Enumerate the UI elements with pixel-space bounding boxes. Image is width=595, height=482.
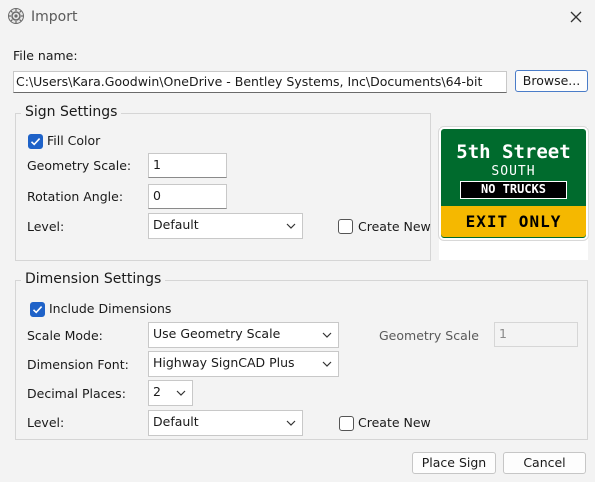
geometry-scale-input[interactable]: 1 [148, 153, 227, 178]
dimension-create-new-checkbox[interactable] [339, 416, 354, 431]
window-title: Import [31, 9, 78, 25]
sign-create-new-label: Create New [358, 219, 431, 234]
sign-create-new-checkbox[interactable] [338, 219, 353, 234]
checkmark-icon [30, 138, 41, 146]
sign-level-select[interactable]: Default [148, 213, 303, 239]
browse-button[interactable]: Browse... [515, 70, 588, 92]
geometry-scale-label: Geometry Scale: [27, 158, 132, 173]
rotation-angle-label: Rotation Angle: [27, 189, 124, 204]
sign-level-value: Default [153, 217, 199, 232]
chevron-down-icon [286, 223, 296, 229]
sign-preview-line4: EXIT ONLY [441, 206, 586, 237]
close-icon[interactable] [566, 7, 586, 27]
fill-color-checkbox[interactable] [28, 134, 43, 149]
fill-color-label: Fill Color [47, 133, 101, 148]
sign-level-label: Level: [27, 219, 65, 234]
dimension-settings-title: Dimension Settings [21, 271, 166, 287]
title-bar: Import [0, 0, 595, 36]
chevron-down-icon [176, 390, 186, 396]
dimension-level-label: Level: [27, 415, 65, 430]
dimension-level-value: Default [153, 414, 199, 429]
gear-app-icon [8, 8, 24, 24]
sign-preview-line2: SOUTH [491, 164, 536, 179]
rotation-angle-input[interactable]: 0 [148, 184, 227, 209]
close-icon-glyph [570, 11, 582, 23]
scale-mode-value: Use Geometry Scale [153, 326, 281, 341]
decimal-places-value: 2 [153, 384, 161, 399]
place-sign-button[interactable]: Place Sign [412, 452, 496, 474]
dimension-level-select[interactable]: Default [148, 410, 303, 436]
dimension-font-label: Dimension Font: [27, 357, 129, 372]
dimension-geometry-scale-input: 1 [494, 322, 578, 347]
include-dimensions-checkbox[interactable] [30, 302, 45, 317]
file-name-label: File name: [13, 48, 78, 63]
file-name-input[interactable]: C:\Users\Kara.Goodwin\OneDrive - Bentley… [13, 71, 507, 93]
dimension-font-select[interactable]: Highway SignCAD Plus [148, 351, 339, 377]
checkmark-icon [32, 306, 43, 314]
include-dimensions-label: Include Dimensions [49, 301, 172, 316]
dimension-font-value: Highway SignCAD Plus [153, 355, 295, 370]
scale-mode-label: Scale Mode: [27, 328, 103, 343]
sign-settings-title: Sign Settings [21, 104, 122, 120]
sign-preview-line1: 5th Street [456, 141, 571, 163]
decimal-places-label: Decimal Places: [27, 386, 126, 401]
cancel-button[interactable]: Cancel [503, 452, 586, 474]
dimension-create-new-label: Create New [358, 415, 431, 430]
chevron-down-icon [286, 420, 296, 426]
sign-preview-panel: 5th Street SOUTH NO TRUCKS EXIT ONLY [438, 126, 589, 260]
dimension-geometry-scale-label: Geometry Scale [379, 328, 479, 343]
sign-preview-line3: NO TRUCKS [460, 181, 567, 199]
decimal-places-select[interactable]: 2 [148, 380, 193, 406]
scale-mode-select[interactable]: Use Geometry Scale [148, 322, 339, 348]
chevron-down-icon [322, 332, 332, 338]
chevron-down-icon [322, 361, 332, 367]
